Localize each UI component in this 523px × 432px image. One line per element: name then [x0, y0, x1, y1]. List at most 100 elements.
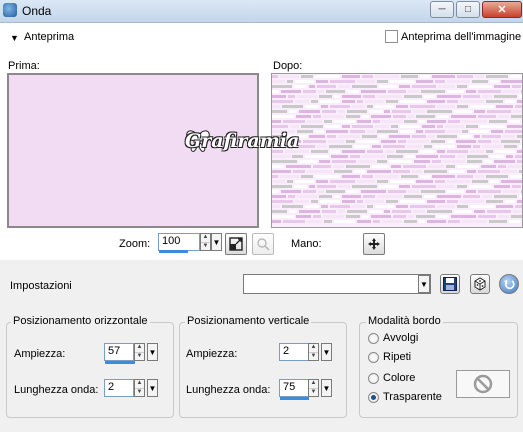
preset-dropdown-button[interactable]: ▼: [418, 275, 430, 293]
spin-down-icon[interactable]: ▼: [309, 353, 318, 361]
after-pattern-cell: [342, 200, 355, 203]
after-pattern-cell: [329, 145, 352, 148]
zoom-slider-bar[interactable]: [159, 250, 188, 253]
edge-option-avvolgi[interactable]: Avvolgi: [368, 332, 468, 346]
after-pattern-cell: [416, 155, 438, 158]
after-pattern-cell: [432, 75, 455, 78]
after-pattern-cell: [311, 100, 318, 103]
spin-down-icon[interactable]: ▼: [309, 389, 318, 397]
zoom-dropdown-button[interactable]: ▼: [211, 233, 222, 251]
vertical-wavelength-bar[interactable]: [280, 397, 309, 400]
zoom-fit-button[interactable]: [225, 233, 247, 255]
edge-option-ripeti[interactable]: Ripeti: [368, 351, 468, 365]
spin-up-icon[interactable]: ▲: [309, 344, 318, 353]
after-pattern-cell: [373, 220, 380, 223]
after-pattern-cell: [372, 145, 381, 148]
horizontal-amplitude-input[interactable]: 57: [104, 343, 134, 361]
save-preset-button[interactable]: [440, 274, 460, 294]
preset-select[interactable]: [243, 274, 431, 294]
after-pattern-cell: [521, 190, 522, 193]
after-pattern-cell: [491, 130, 503, 133]
maximize-icon: □: [464, 4, 472, 15]
spin-up-icon[interactable]: ▲: [201, 234, 210, 243]
pan-label: Mano:: [291, 238, 322, 250]
vertical-amplitude-dropdown[interactable]: ▼: [321, 343, 332, 361]
after-pattern-cell: [342, 175, 360, 178]
horizontal-wavelength-spinner[interactable]: ▲ ▼: [134, 379, 145, 397]
after-pattern-cell: [354, 170, 365, 173]
after-pattern-cell: [487, 210, 511, 213]
after-pattern-cell: [472, 180, 488, 183]
after-pattern-cell: [292, 155, 303, 158]
after-pattern-cell: [361, 190, 386, 193]
radio-avvolgi[interactable]: [368, 333, 379, 344]
spin-up-icon[interactable]: ▲: [309, 380, 318, 389]
after-pattern-cell: [400, 100, 425, 103]
after-pattern-cell: [320, 100, 340, 103]
after-pattern-cell: [517, 160, 522, 163]
horizontal-amplitude-dropdown[interactable]: ▼: [147, 343, 158, 361]
after-pattern-cell: [515, 105, 522, 108]
after-pattern-cell: [272, 115, 294, 118]
vertical-amplitude-input[interactable]: 2: [279, 343, 309, 361]
after-pattern-cell: [521, 90, 522, 93]
after-preview-image[interactable]: [271, 73, 523, 228]
after-pattern-cell: [505, 130, 522, 133]
random-button[interactable]: [470, 274, 490, 294]
after-pattern-cell: [501, 140, 520, 143]
zoom-actual-button[interactable]: [252, 233, 274, 255]
edge-option-trasparente[interactable]: Trasparente: [368, 391, 468, 405]
spin-up-icon[interactable]: ▲: [135, 344, 144, 353]
after-pattern-cell: [386, 200, 398, 203]
after-pattern-cell: [401, 175, 418, 178]
maximize-button[interactable]: □: [456, 1, 480, 18]
after-pattern-cell: [412, 85, 436, 88]
edge-color-swatch[interactable]: [456, 370, 510, 398]
after-pattern-cell: [352, 105, 365, 108]
pan-button[interactable]: [363, 233, 385, 255]
reset-button[interactable]: [499, 274, 519, 294]
edge-option-colore[interactable]: Colore: [368, 372, 448, 386]
vertical-wavelength-spinner[interactable]: ▲ ▼: [308, 379, 319, 397]
image-preview-checkbox[interactable]: [385, 30, 398, 43]
after-pattern-cell: [315, 75, 340, 78]
horizontal-amplitude-spinner[interactable]: ▲ ▼: [134, 343, 145, 361]
after-pattern-cell: [375, 125, 389, 128]
vertical-amplitude-spinner[interactable]: ▲ ▼: [308, 343, 319, 361]
after-pattern-cell: [420, 75, 430, 78]
spin-down-icon[interactable]: ▼: [135, 389, 144, 397]
vertical-wavelength-dropdown[interactable]: ▼: [321, 379, 332, 397]
spin-down-icon[interactable]: ▼: [135, 353, 144, 361]
horizontal-amplitude-bar[interactable]: [105, 361, 135, 364]
after-pattern-cell: [511, 215, 522, 218]
after-pattern-cell: [404, 195, 422, 198]
after-pattern-cell: [352, 205, 365, 208]
image-preview-checkbox-label[interactable]: Anteprima dell'immagine: [401, 31, 521, 43]
minimize-button[interactable]: ─: [430, 1, 454, 18]
after-pattern-cell: [272, 190, 279, 193]
preview-toggle-label[interactable]: Anteprima: [24, 31, 74, 43]
after-pattern-cell: [398, 140, 406, 143]
after-pattern-cell: [416, 115, 435, 118]
after-pattern-cell: [454, 210, 472, 213]
after-pattern-cell: [451, 215, 476, 218]
zoom-input[interactable]: 100: [158, 233, 200, 251]
after-pattern-cell: [281, 190, 301, 193]
after-pattern-cell: [490, 80, 499, 83]
after-pattern-cell: [457, 185, 467, 188]
zoom-spinner[interactable]: ▲ ▼: [200, 233, 211, 251]
radio-trasparente[interactable]: [368, 392, 379, 403]
after-pattern-cell: [272, 95, 286, 98]
radio-ripeti[interactable]: [368, 352, 379, 363]
radio-colore[interactable]: [368, 373, 379, 384]
after-pattern-cell: [427, 120, 446, 123]
spin-up-icon[interactable]: ▲: [135, 380, 144, 389]
spin-down-icon[interactable]: ▼: [201, 243, 210, 251]
collapse-triangle-icon[interactable]: ▼: [10, 33, 19, 43]
vertical-wavelength-input[interactable]: 75: [279, 379, 309, 397]
close-button[interactable]: ✕: [482, 1, 522, 18]
horizontal-wavelength-input[interactable]: 2: [104, 379, 134, 397]
after-pattern-cell: [357, 120, 371, 123]
dice-icon: [474, 277, 486, 291]
horizontal-wavelength-dropdown[interactable]: ▼: [147, 379, 158, 397]
